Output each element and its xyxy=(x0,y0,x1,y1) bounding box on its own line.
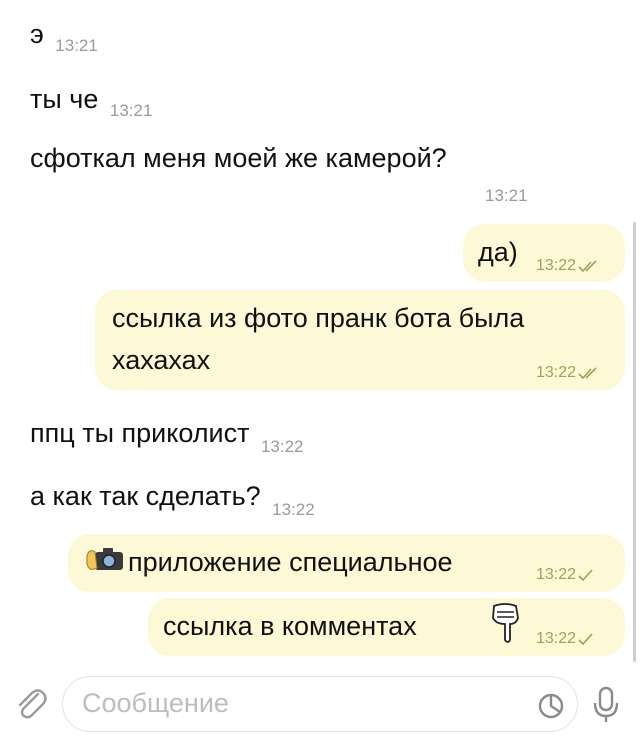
message-time: 13:21 xyxy=(109,101,153,120)
message-incoming: сфоткал меня моей же камерой? xyxy=(30,142,447,174)
message-time: 13:22 xyxy=(536,257,600,275)
message-incoming: ты че 13:21 xyxy=(30,83,153,120)
message-text: сфоткал меня моей же камерой? xyxy=(30,143,447,173)
camera-hand-icon xyxy=(86,548,123,570)
paperclip-icon[interactable] xyxy=(14,686,48,722)
sticker-icon[interactable] xyxy=(537,692,565,720)
message-text: да) xyxy=(478,237,518,267)
message-text: ты че xyxy=(30,84,99,114)
check-icon xyxy=(578,569,593,581)
message-incoming: а как так сделать? 13:22 xyxy=(30,480,315,519)
message-text: а как так сделать? xyxy=(30,481,261,511)
message-text-line: хахахах xyxy=(112,345,211,375)
message-text-line: ссылка из фото пранк бота была xyxy=(112,303,525,333)
pointing-down-icon xyxy=(492,603,519,643)
message-text: приложение специальное xyxy=(128,547,453,577)
message-time: 13:21 xyxy=(485,186,528,205)
check-icon xyxy=(578,633,593,645)
message-time-text: 13:22 xyxy=(536,566,577,583)
message-text: э xyxy=(30,19,44,49)
message-time: 13:22 xyxy=(272,500,315,519)
double-check-icon xyxy=(578,260,597,272)
message-time: 13:22 xyxy=(536,566,594,584)
microphone-icon[interactable] xyxy=(593,686,619,724)
message-time: 13:22 xyxy=(536,364,600,382)
message-text: ссылка в комментах xyxy=(163,611,417,641)
scrollbar[interactable] xyxy=(633,222,636,662)
message-text: ппц ты приколист xyxy=(30,418,250,448)
message-time-text: 13:22 xyxy=(536,630,577,647)
double-check-icon xyxy=(578,367,597,379)
message-time: 13:22 xyxy=(536,630,594,648)
message-time-text: 13:22 xyxy=(536,257,577,274)
message-incoming: э 13:21 xyxy=(30,18,98,55)
message-time: 13:22 xyxy=(260,437,304,456)
message-time: 13:21 xyxy=(55,36,98,55)
message-incoming: ппц ты приколист 13:22 xyxy=(30,417,304,456)
message-input-placeholder: Сообщение xyxy=(82,688,229,718)
message-time-text: 13:22 xyxy=(536,364,577,381)
